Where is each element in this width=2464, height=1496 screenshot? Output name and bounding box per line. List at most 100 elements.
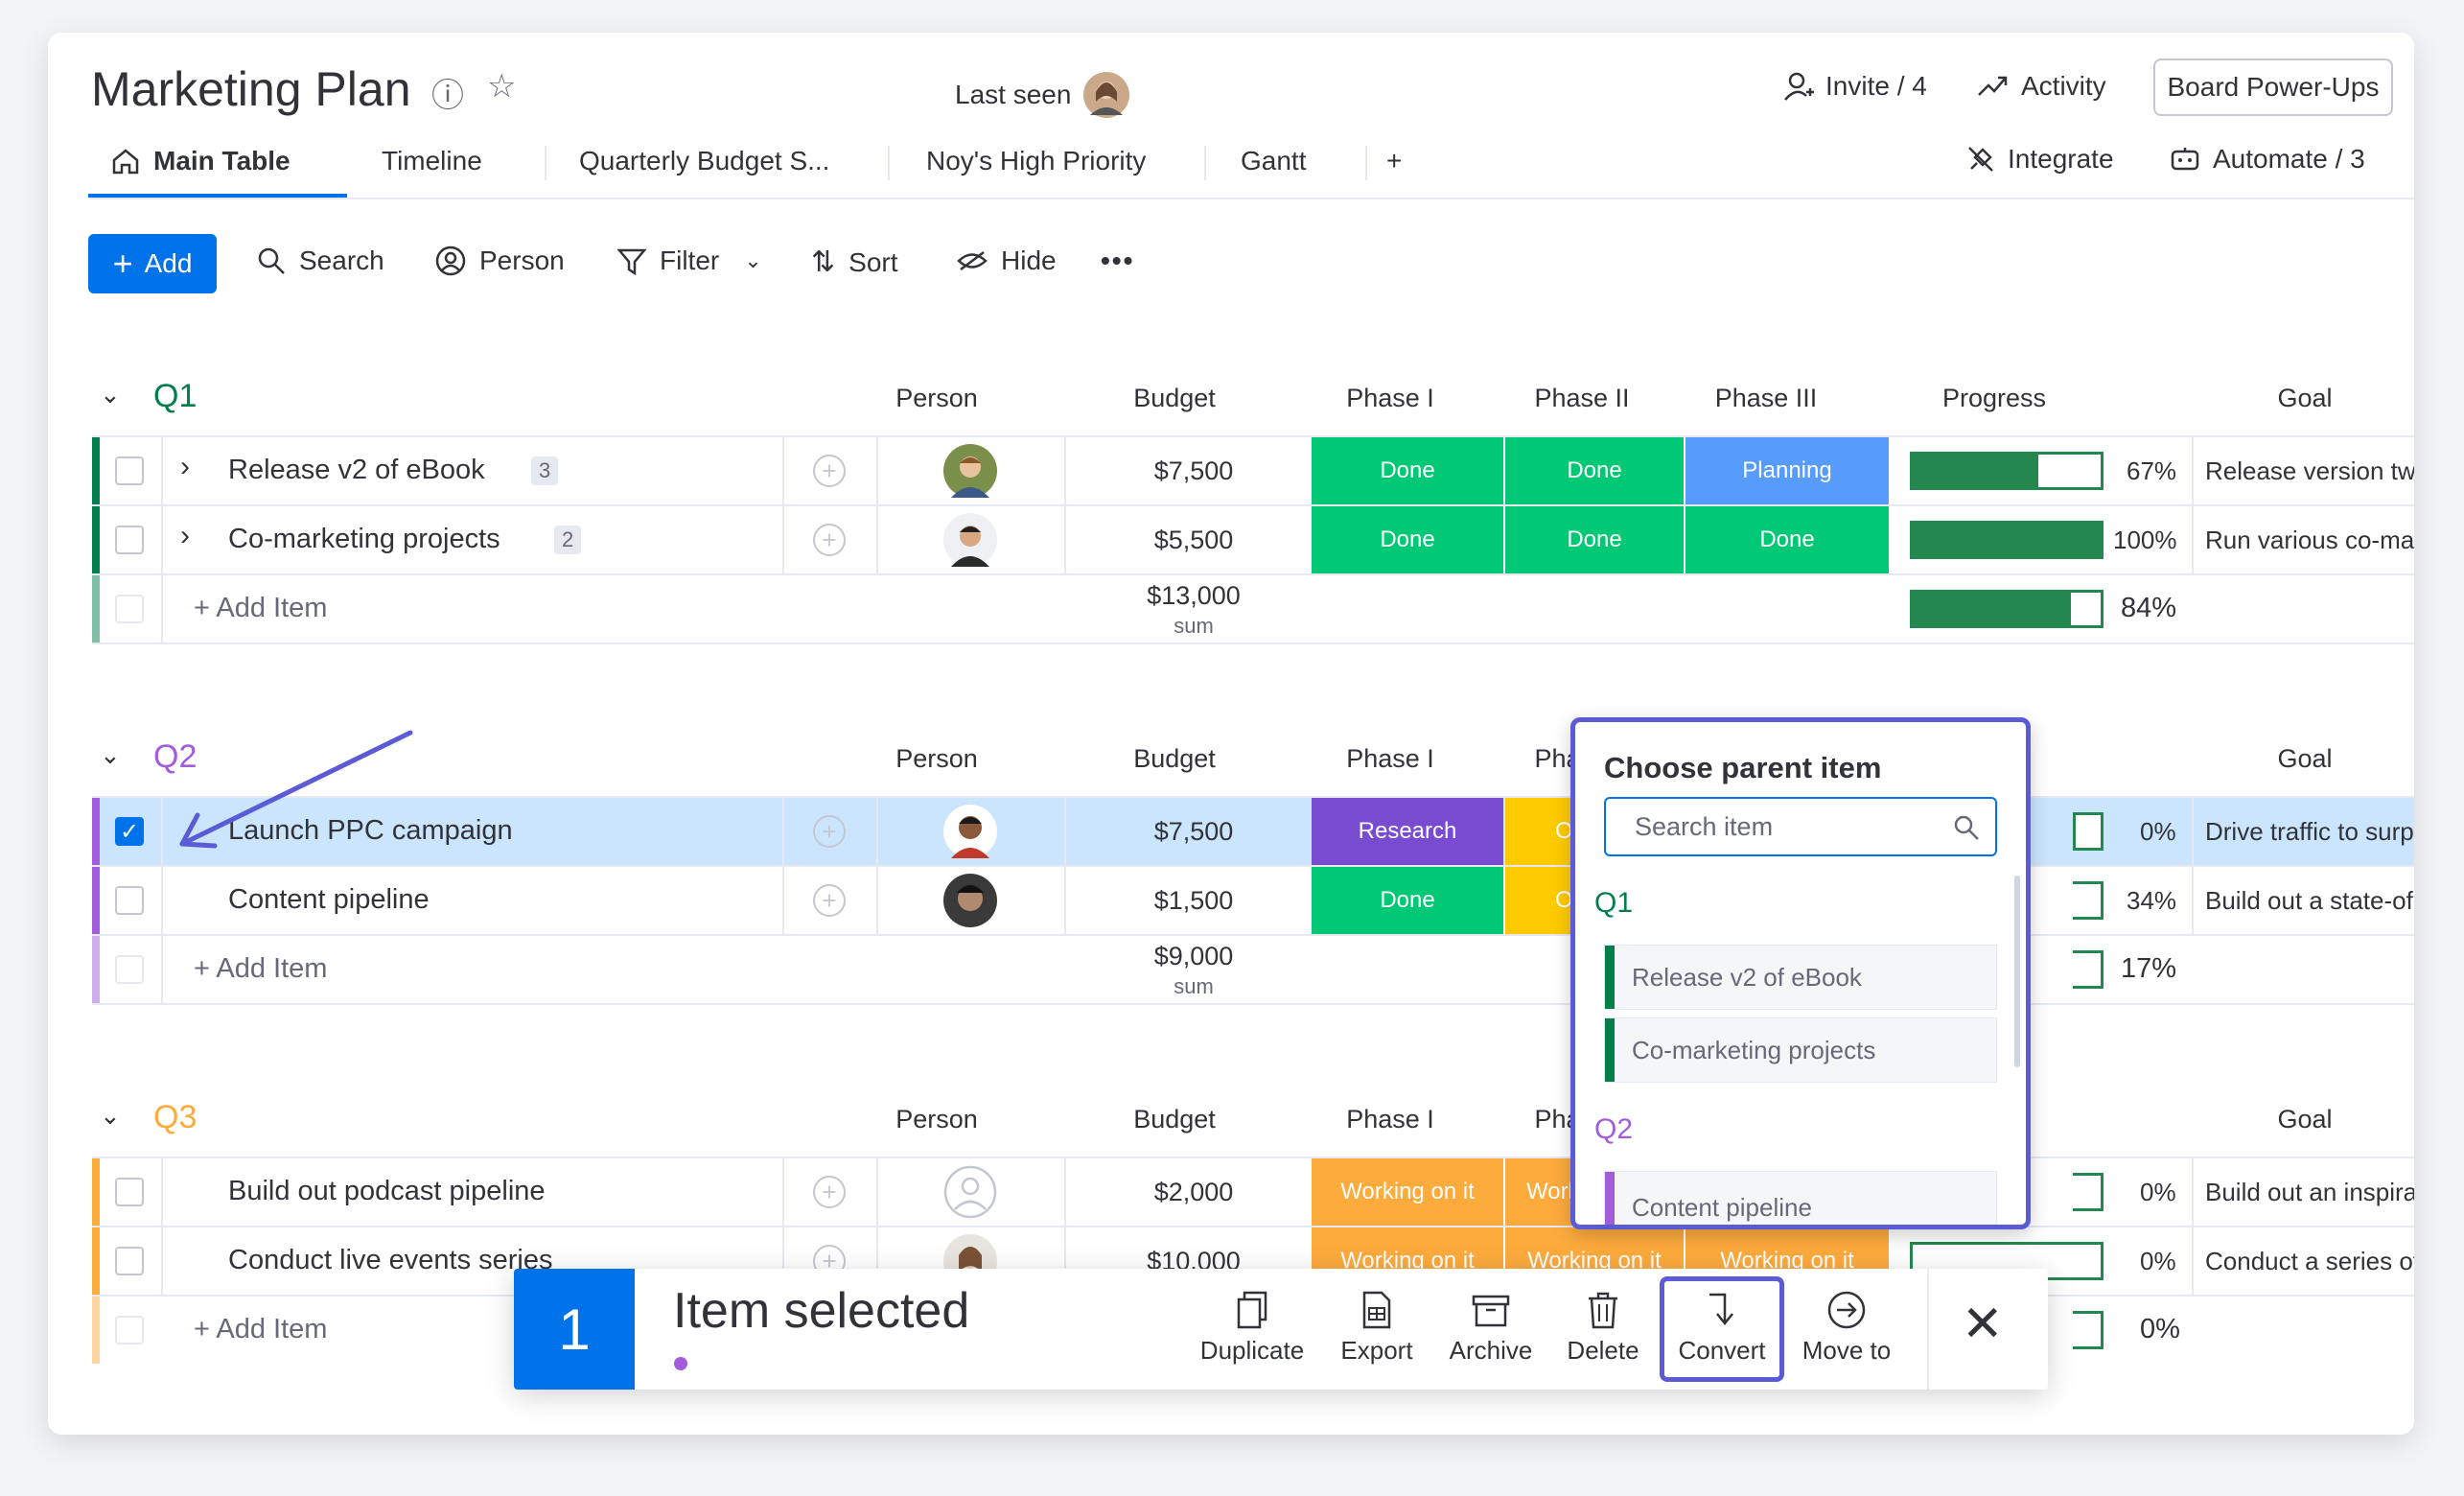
budget-cell[interactable]: $2,000 — [1064, 1178, 1323, 1207]
group-collapse-icon[interactable]: ⌄ — [100, 740, 121, 770]
status-cell[interactable]: Planning — [1685, 437, 1889, 504]
group-collapse-icon[interactable]: ⌄ — [100, 380, 121, 409]
table-row[interactable]: Content pipeline + $1,500 Done On-ho 34%… — [92, 867, 2414, 934]
convert-button[interactable]: Convert — [1660, 1284, 1784, 1366]
item-name[interactable]: Conduct live events series — [228, 1245, 553, 1276]
board-title[interactable]: Marketing Plan — [91, 61, 411, 117]
goal-cell[interactable]: Run various co-marketi — [2205, 526, 2414, 555]
column-header-person[interactable]: Person — [828, 384, 1045, 413]
table-row[interactable]: Build out podcast pipeline + $2,000 Work… — [92, 1158, 2414, 1226]
add-update-icon[interactable]: + — [813, 455, 846, 487]
goal-cell[interactable]: Release version two of — [2205, 456, 2414, 486]
duplicate-button[interactable]: Duplicate — [1190, 1284, 1314, 1366]
add-item-input[interactable]: + Add Item — [194, 1314, 327, 1345]
goal-cell[interactable]: Drive traffic to surpass — [2205, 817, 2414, 847]
status-cell[interactable]: Done — [1505, 437, 1684, 504]
board-power-ups-button[interactable]: Board Power-Ups — [2153, 58, 2393, 116]
row-checkbox[interactable] — [115, 886, 144, 915]
last-seen-button[interactable]: Last seen — [955, 71, 1130, 119]
tab-quarterly-budget[interactable]: Quarterly Budget S... — [579, 146, 829, 176]
add-view-button[interactable]: + — [1386, 146, 1402, 176]
add-update-icon[interactable]: + — [813, 524, 846, 556]
row-checkbox[interactable] — [115, 526, 144, 554]
hide-button[interactable]: Hide — [957, 245, 1057, 276]
expand-chevron-icon[interactable]: › — [180, 451, 190, 483]
status-cell[interactable]: Done — [1685, 506, 1889, 573]
column-header-goal[interactable]: Goal — [2209, 1105, 2401, 1134]
row-checkbox[interactable] — [115, 456, 144, 485]
expand-chevron-icon[interactable]: › — [180, 520, 190, 552]
add-item-input[interactable]: + Add Item — [194, 593, 327, 624]
status-cell[interactable]: Done — [1312, 867, 1503, 934]
row-checkbox[interactable] — [115, 1247, 144, 1275]
automate-button[interactable]: Automate / 3 — [2169, 144, 2365, 175]
column-header-progress[interactable]: Progress — [1850, 384, 2138, 413]
column-header-goal[interactable]: Goal — [2209, 384, 2401, 413]
status-cell[interactable]: Working on it — [1312, 1158, 1503, 1226]
tab-timeline[interactable]: Timeline — [382, 146, 482, 176]
row-checkbox[interactable] — [115, 1178, 144, 1206]
avatar[interactable] — [943, 513, 997, 567]
sort-button[interactable]: ⇅ Sort — [811, 245, 898, 279]
table-row[interactable]: › Co-marketing projects 2 + $5,500 Done … — [92, 506, 2414, 573]
avatar[interactable] — [943, 444, 997, 498]
empty-person-icon[interactable] — [943, 1165, 997, 1219]
item-name[interactable]: Co-marketing projects — [228, 524, 500, 555]
add-update-icon[interactable]: + — [813, 815, 846, 848]
column-header-person[interactable]: Person — [828, 744, 1045, 774]
group-title-q3[interactable]: Q3 — [153, 1099, 197, 1136]
group-collapse-icon[interactable]: ⌄ — [100, 1101, 121, 1131]
budget-cell[interactable]: $1,500 — [1064, 886, 1323, 916]
status-cell[interactable]: Done — [1505, 506, 1684, 573]
activity-button[interactable]: Activity — [1977, 71, 2106, 102]
more-options-button[interactable]: ••• — [1101, 245, 1134, 276]
table-row-selected[interactable]: ✓ Launch PPC campaign + $7,500 Research … — [92, 798, 2414, 865]
item-name[interactable]: Build out podcast pipeline — [228, 1176, 546, 1207]
column-header-goal[interactable]: Goal — [2209, 744, 2401, 774]
tab-high-priority[interactable]: Noy's High Priority — [926, 146, 1146, 176]
row-checkbox-checked[interactable]: ✓ — [115, 817, 144, 846]
avatar[interactable] — [943, 805, 997, 858]
integrate-button[interactable]: Integrate — [1965, 144, 2114, 175]
add-item-button[interactable]: + Add — [88, 234, 217, 293]
goal-cell[interactable]: Build out an inspiration — [2205, 1178, 2414, 1207]
subitem-count-badge[interactable]: 3 — [531, 456, 559, 485]
scrollbar[interactable] — [2014, 876, 2020, 1067]
add-item-input[interactable]: + Add Item — [194, 953, 327, 985]
parent-search-input[interactable]: Search item — [1604, 797, 1997, 856]
status-cell[interactable]: Research — [1312, 798, 1503, 865]
tab-main-table[interactable]: Main Table — [111, 146, 291, 176]
status-cell[interactable]: Done — [1312, 437, 1503, 504]
status-cell[interactable]: Done — [1312, 506, 1503, 573]
group-title-q1[interactable]: Q1 — [153, 378, 197, 415]
tab-gantt[interactable]: Gantt — [1241, 146, 1306, 176]
move-to-button[interactable]: Move to — [1784, 1284, 1909, 1366]
filter-button[interactable]: Filter ⌄ — [617, 245, 762, 276]
parent-option[interactable]: Co-marketing projects — [1604, 1017, 1997, 1083]
delete-button[interactable]: Delete — [1541, 1284, 1665, 1366]
table-row[interactable]: › Release v2 of eBook 3 + $7,500 Done Do… — [92, 437, 2414, 504]
item-name[interactable]: Release v2 of eBook — [228, 455, 485, 486]
chevron-down-icon[interactable]: ⌄ — [744, 248, 761, 273]
search-button[interactable]: Search — [257, 245, 384, 276]
add-update-icon[interactable]: + — [813, 884, 846, 917]
export-button[interactable]: Export — [1314, 1284, 1439, 1366]
goal-cell[interactable]: Build out a state-of-the — [2205, 886, 2414, 916]
item-name[interactable]: Content pipeline — [228, 884, 430, 916]
person-filter-button[interactable]: Person — [435, 245, 565, 276]
column-header-person[interactable]: Person — [828, 1105, 1045, 1134]
budget-cell[interactable]: $7,500 — [1064, 817, 1323, 847]
star-icon[interactable]: ☆ — [487, 67, 516, 105]
budget-cell[interactable]: $7,500 — [1064, 456, 1323, 486]
parent-option[interactable]: Release v2 of eBook — [1604, 945, 1997, 1010]
avatar[interactable] — [943, 874, 997, 927]
budget-cell[interactable]: $5,500 — [1064, 526, 1323, 555]
archive-button[interactable]: Archive — [1429, 1284, 1553, 1366]
add-update-icon[interactable]: + — [813, 1176, 846, 1208]
invite-button[interactable]: Invite / 4 — [1783, 71, 1927, 102]
parent-option[interactable]: Content pipeline — [1604, 1171, 1997, 1225]
goal-cell[interactable]: Conduct a series of live — [2205, 1247, 2414, 1276]
close-icon[interactable]: ✕ — [1962, 1296, 2004, 1353]
info-icon[interactable]: ⓘ — [431, 69, 464, 116]
subitem-count-badge[interactable]: 2 — [554, 526, 582, 554]
